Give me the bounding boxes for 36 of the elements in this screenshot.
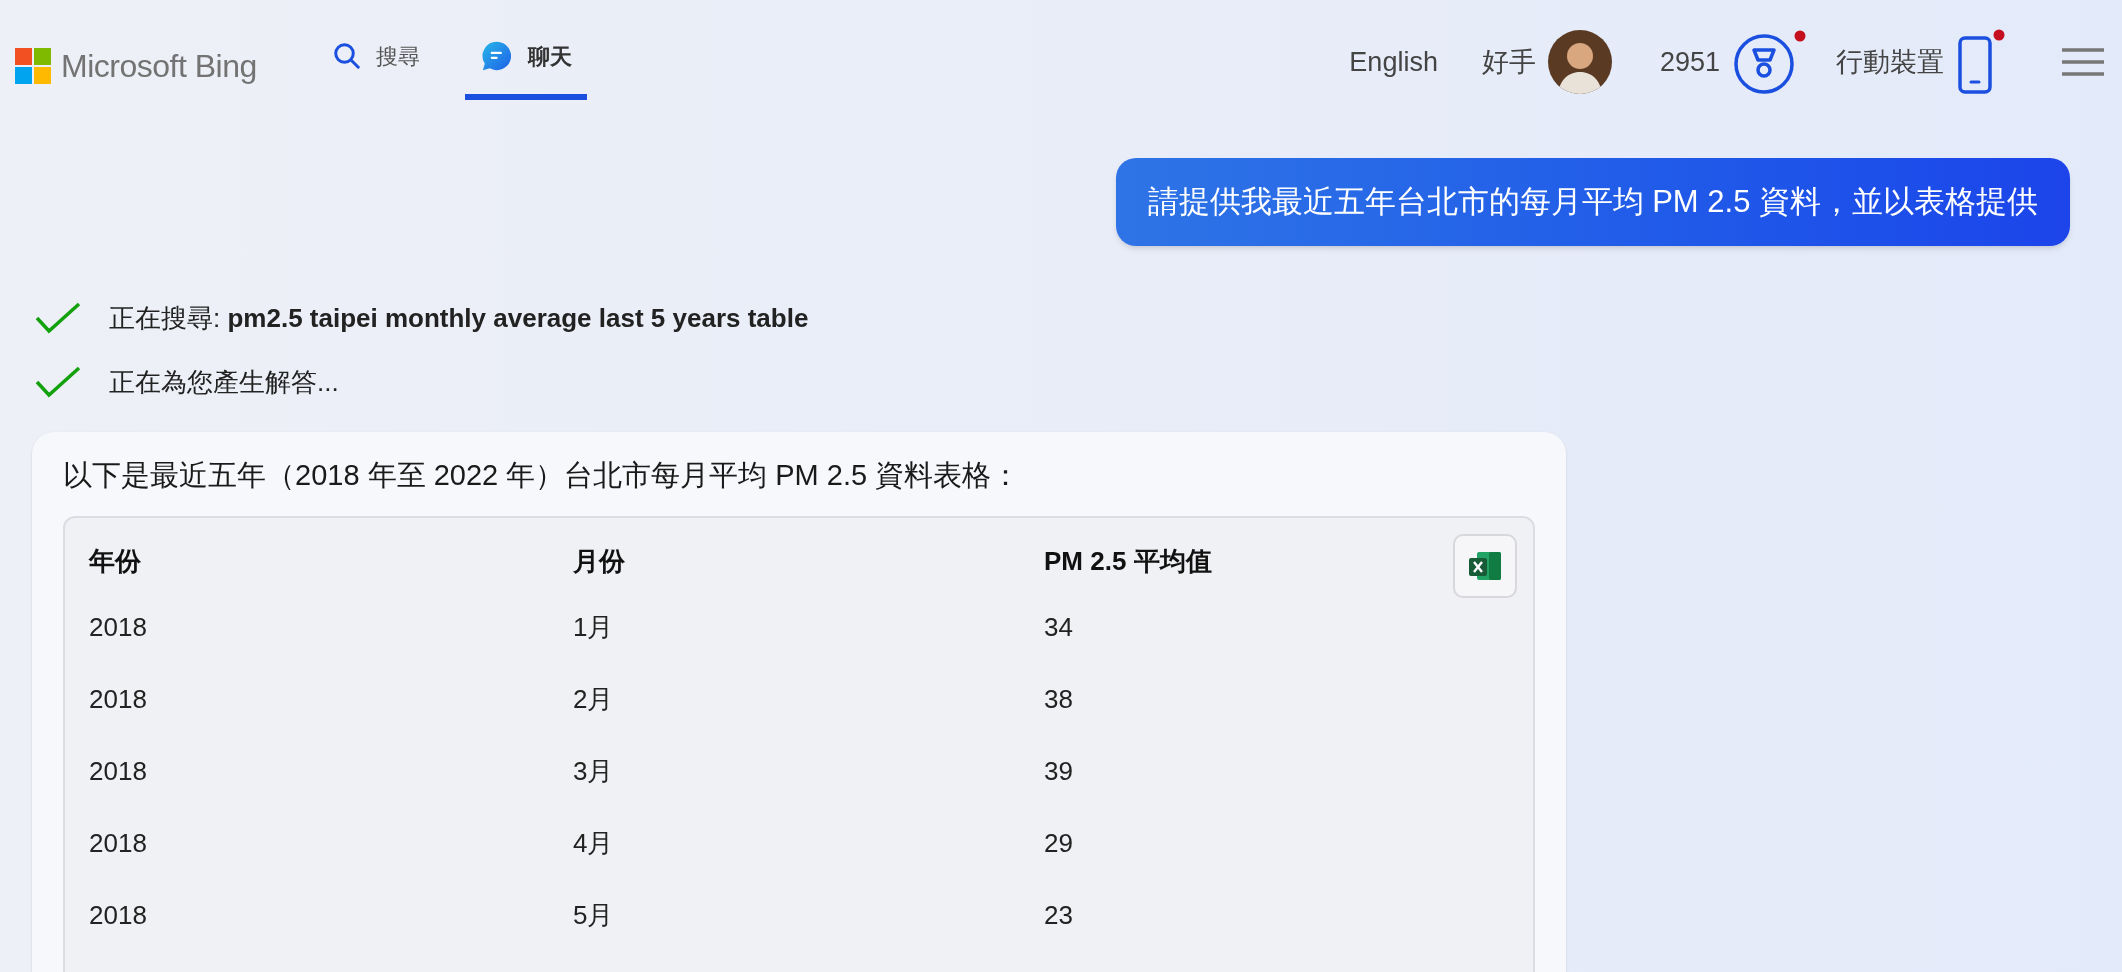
excel-export-button[interactable] [1453, 533, 1517, 598]
phone-icon[interactable] [1958, 28, 2006, 96]
column-header: 月份 [573, 545, 625, 578]
table-cell-text: 2018 [89, 755, 147, 788]
table-cell-text: 1月 [573, 611, 614, 644]
windows-logo-icon [15, 48, 51, 84]
menu-icon[interactable] [2062, 47, 2104, 77]
trophy-icon[interactable] [1734, 30, 1808, 94]
table-cell-text: 34 [1044, 611, 1073, 644]
language-link[interactable]: English [1349, 41, 1438, 83]
table-cell-text: 4月 [573, 827, 614, 860]
table-cell-text: 5月 [573, 899, 614, 932]
answer-intro: 以下是最近五年（2018 年至 2022 年）台北市每月平均 PM 2.5 資料表格： [63, 458, 1022, 493]
table-cell-text: 2018 [89, 899, 147, 932]
search-icon [331, 41, 362, 71]
table-cell-text: 2018 [89, 611, 147, 644]
user-name: 好手 [1481, 45, 1536, 79]
table-cell-text: 38 [1044, 683, 1073, 716]
column-header: 年份 [89, 545, 141, 578]
nav-tab[interactable]: 聊天 [464, 0, 587, 100]
table-cell-text: 23 [1044, 899, 1073, 932]
table-cell-text: 2018 [89, 827, 147, 860]
status-text: 正在為您產生解答... [109, 365, 339, 399]
table-cell-text: 39 [1044, 755, 1073, 788]
chat-bubble-icon [479, 39, 514, 73]
status-text: 正在搜尋: pm2.5 taipei monthly average last 5 years table [109, 301, 809, 335]
table-cell-text: 29 [1044, 827, 1073, 860]
table-cell-text: 2月 [573, 683, 614, 716]
user-message-bubble: 請提供我最近五年台北市的每月平均 PM 2.5 資料，並以表格提供 [1115, 158, 2070, 246]
nav-tab[interactable]: 搜尋 [316, 0, 435, 100]
column-header: PM 2.5 平均值 [1044, 545, 1212, 578]
mobile-link[interactable]: 行動裝置 [1836, 41, 1944, 83]
points-count: 2951 [1659, 45, 1720, 79]
table-cell-text: 2018 [89, 683, 147, 716]
table-cell-text: 3月 [573, 755, 614, 788]
bing-logo[interactable]: Microsoft Bing [15, 42, 257, 90]
